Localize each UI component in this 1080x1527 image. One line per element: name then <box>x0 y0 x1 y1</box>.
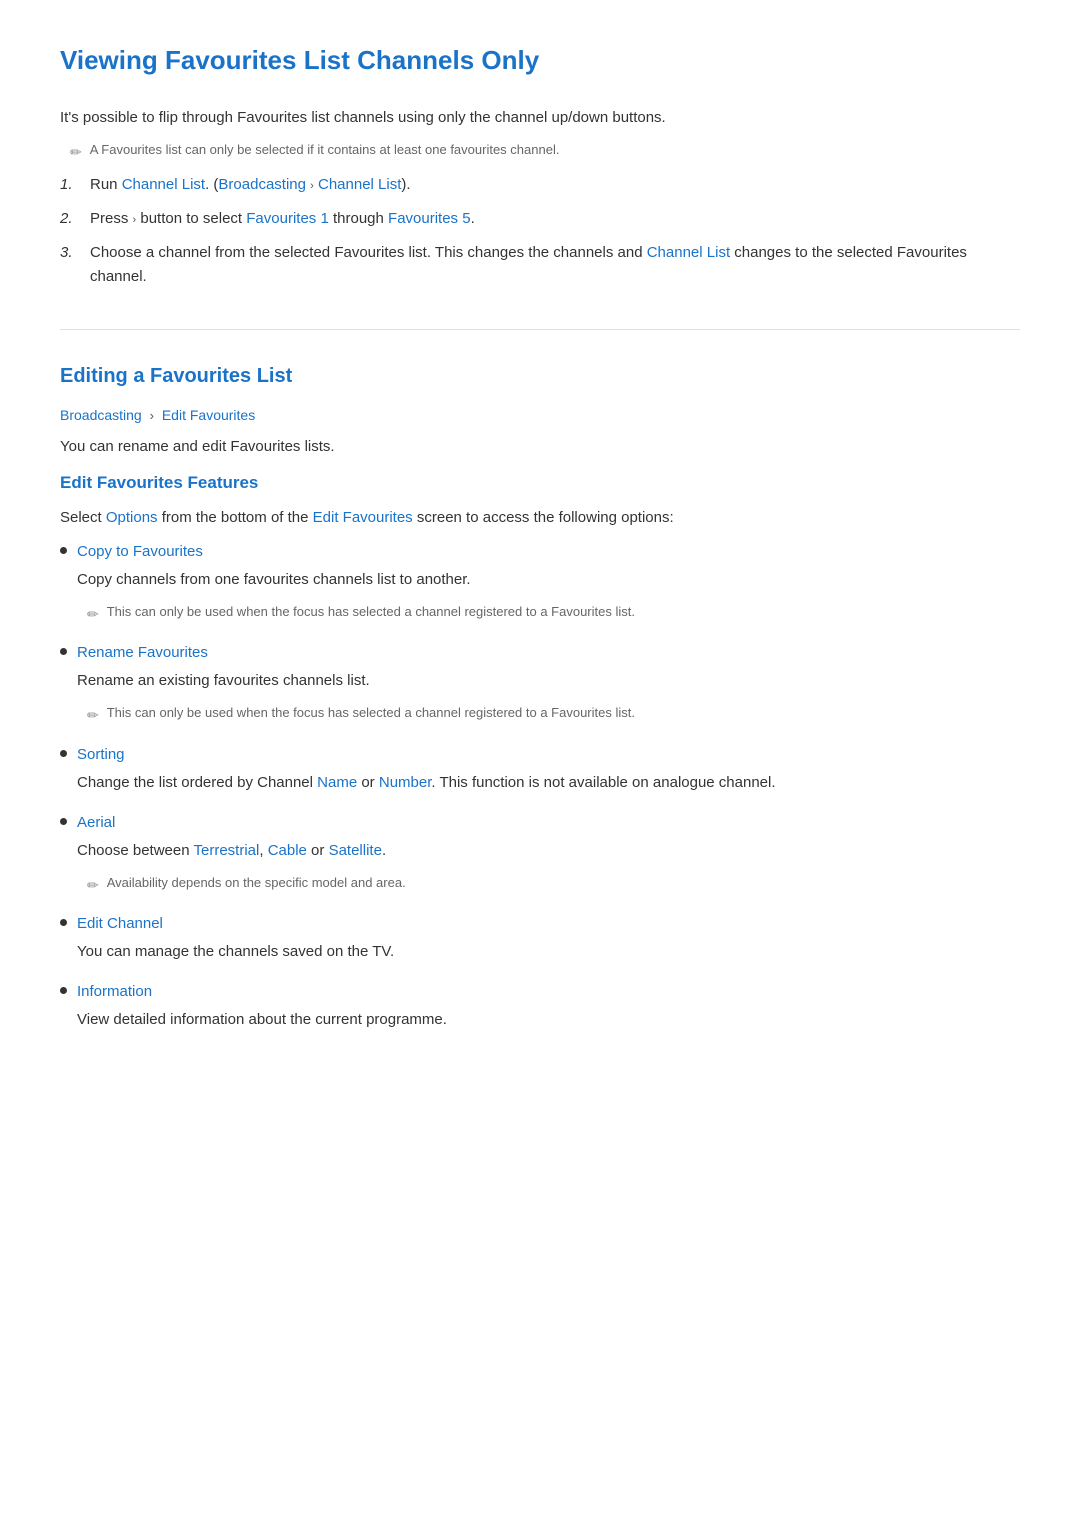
cable-link[interactable]: Cable <box>268 842 307 859</box>
chevron-icon-1: › <box>310 178 314 196</box>
section2-intro: You can rename and edit Favourites lists… <box>60 435 1020 459</box>
information-desc: View detailed information about the curr… <box>77 1008 1020 1032</box>
edit-features-intro: Select Options from the bottom of the Ed… <box>60 506 1020 530</box>
section-divider <box>60 329 1020 330</box>
rename-title: Rename Favourites <box>77 641 208 665</box>
list-item-sorting: Sorting Change the list ordered by Chann… <box>60 743 1020 795</box>
rename-note-text: This can only be used when the focus has… <box>107 703 635 724</box>
section1-note-text: A Favourites list can only be selected i… <box>90 140 560 161</box>
edit-favourites-link[interactable]: Edit Favourites <box>313 509 413 526</box>
breadcrumb: Broadcasting › Edit Favourites <box>60 404 1020 427</box>
rename-desc: Rename an existing favourites channels l… <box>77 669 1020 693</box>
aerial-body: Choose between Terrestrial, Cable or Sat… <box>77 839 1020 896</box>
bullet-dot-sorting <box>60 750 67 757</box>
bullet-dot-edit-channel <box>60 919 67 926</box>
number-link[interactable]: Number <box>379 774 432 791</box>
section1-steps: 1. Run Channel List. (Broadcasting › Cha… <box>60 173 1020 289</box>
list-item-aerial: Aerial Choose between Terrestrial, Cable… <box>60 811 1020 896</box>
favourites1-link[interactable]: Favourites 1 <box>246 210 329 227</box>
name-link[interactable]: Name <box>317 774 357 791</box>
list-item-rename: Rename Favourites Rename an existing fav… <box>60 641 1020 726</box>
rename-header: Rename Favourites <box>60 641 1020 665</box>
bullet-dot-copy <box>60 547 67 554</box>
options-link[interactable]: Options <box>106 509 158 526</box>
step2-num: 2. <box>60 207 78 231</box>
edit-channel-body: You can manage the channels saved on the… <box>77 940 1020 964</box>
section1-intro: It's possible to flip through Favourites… <box>60 106 1020 130</box>
step3-content: Choose a channel from the selected Favou… <box>90 241 1020 289</box>
copy-body: Copy channels from one favourites channe… <box>77 568 1020 625</box>
bullet-dot-aerial <box>60 818 67 825</box>
broadcasting-link-1[interactable]: Broadcasting <box>218 176 306 193</box>
channel-list-link-2[interactable]: Channel List <box>318 176 401 193</box>
pencil-icon-copy: ✏ <box>87 603 99 625</box>
copy-title: Copy to Favourites <box>77 540 203 564</box>
aerial-note: ✏ Availability depends on the specific m… <box>87 873 1020 896</box>
favourites5-link[interactable]: Favourites 5 <box>388 210 471 227</box>
section-editing-favourites: Editing a Favourites List Broadcasting ›… <box>60 360 1020 1032</box>
step1-num: 1. <box>60 173 78 197</box>
copy-header: Copy to Favourites <box>60 540 1020 564</box>
step3-num: 3. <box>60 241 78 265</box>
step-2: 2. Press › button to select Favourites 1… <box>60 207 1020 231</box>
edit-channel-title: Edit Channel <box>77 912 163 936</box>
edit-channel-header: Edit Channel <box>60 912 1020 936</box>
step-1: 1. Run Channel List. (Broadcasting › Cha… <box>60 173 1020 197</box>
section2-heading: Editing a Favourites List <box>60 360 1020 392</box>
section1-note: ✏ A Favourites list can only be selected… <box>70 140 1020 163</box>
step1-content: Run Channel List. (Broadcasting › Channe… <box>90 173 411 197</box>
channel-list-link-3[interactable]: Channel List <box>647 244 730 261</box>
list-item-copy: Copy to Favourites Copy channels from on… <box>60 540 1020 625</box>
bullet-dot-rename <box>60 648 67 655</box>
terrestrial-link[interactable]: Terrestrial <box>193 842 259 859</box>
breadcrumb-edit-favourites[interactable]: Edit Favourites <box>162 407 255 423</box>
chevron-icon-2: › <box>133 212 137 230</box>
step2-content: Press › button to select Favourites 1 th… <box>90 207 475 231</box>
information-title: Information <box>77 980 152 1004</box>
channel-list-link-1[interactable]: Channel List <box>122 176 205 193</box>
list-item-information: Information View detailed information ab… <box>60 980 1020 1032</box>
copy-note-text: This can only be used when the focus has… <box>107 602 635 623</box>
satellite-link[interactable]: Satellite <box>329 842 382 859</box>
step-3: 3. Choose a channel from the selected Fa… <box>60 241 1020 289</box>
copy-note: ✏ This can only be used when the focus h… <box>87 602 1020 625</box>
pencil-icon-rename: ✏ <box>87 704 99 726</box>
edit-channel-desc: You can manage the channels saved on the… <box>77 940 1020 964</box>
sorting-header: Sorting <box>60 743 1020 767</box>
aerial-header: Aerial <box>60 811 1020 835</box>
list-item-edit-channel: Edit Channel You can manage the channels… <box>60 912 1020 964</box>
sorting-body: Change the list ordered by Channel Name … <box>77 771 1020 795</box>
rename-body: Rename an existing favourites channels l… <box>77 669 1020 726</box>
bullet-dot-information <box>60 987 67 994</box>
breadcrumb-chevron: › <box>150 408 154 423</box>
sorting-title: Sorting <box>77 743 125 767</box>
breadcrumb-broadcasting[interactable]: Broadcasting <box>60 407 142 423</box>
rename-note: ✏ This can only be used when the focus h… <box>87 703 1020 726</box>
edit-favourites-features-heading: Edit Favourites Features <box>60 469 1020 496</box>
aerial-title: Aerial <box>77 811 115 835</box>
edit-features-list: Copy to Favourites Copy channels from on… <box>60 540 1020 1032</box>
aerial-desc: Choose between Terrestrial, Cable or Sat… <box>77 839 1020 863</box>
information-header: Information <box>60 980 1020 1004</box>
information-body: View detailed information about the curr… <box>77 1008 1020 1032</box>
sorting-desc: Change the list ordered by Channel Name … <box>77 771 1020 795</box>
section-viewing-favourites: Viewing Favourites List Channels Only It… <box>60 40 1020 289</box>
section1-heading: Viewing Favourites List Channels Only <box>60 40 1020 88</box>
copy-desc: Copy channels from one favourites channe… <box>77 568 1020 592</box>
pencil-icon-aerial: ✏ <box>87 874 99 896</box>
aerial-note-text: Availability depends on the specific mod… <box>107 873 406 894</box>
pencil-icon: ✏ <box>70 141 82 163</box>
